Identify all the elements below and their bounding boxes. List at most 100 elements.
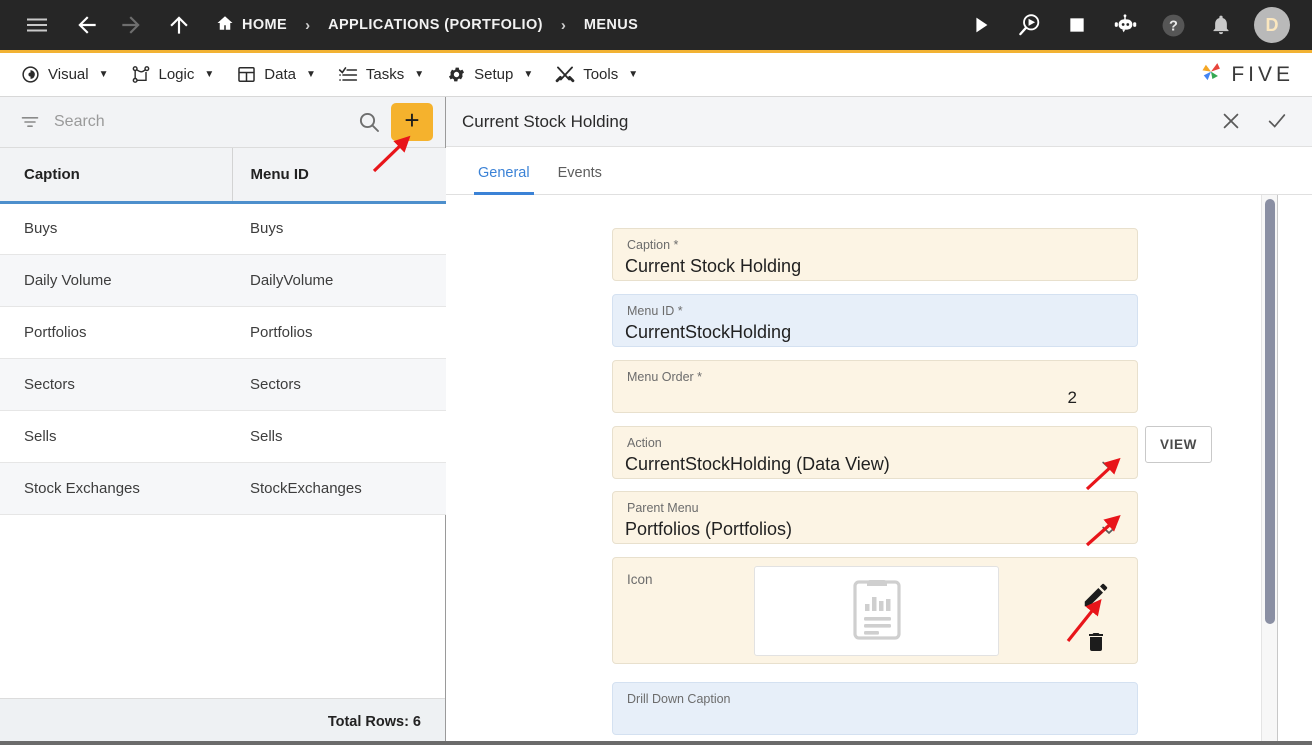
- brand-name: FIVE: [1231, 62, 1294, 86]
- cell-caption: Stock Exchanges: [0, 462, 232, 515]
- table-icon: [236, 65, 256, 85]
- cell-menu-id: Buys: [232, 202, 446, 255]
- add-menu-button[interactable]: +: [391, 103, 433, 141]
- avatar[interactable]: D: [1254, 7, 1290, 43]
- menu-order-field[interactable]: Menu Order * 2: [612, 360, 1138, 413]
- chevron-down-icon: ▼: [414, 69, 425, 80]
- menus-table-body: Buys Buys Daily Volume DailyVolume Portf…: [0, 202, 446, 515]
- menu-item-tools[interactable]: Tools ▼: [555, 65, 638, 85]
- menu-label-tools: Tools: [583, 66, 619, 83]
- total-rows-label: Total Rows: 6: [327, 714, 421, 730]
- hamburger-icon[interactable]: [22, 10, 52, 40]
- cell-caption: Daily Volume: [0, 254, 232, 307]
- tab-general[interactable]: General: [464, 165, 544, 195]
- breadcrumb-label-menus: MENUS: [583, 17, 639, 33]
- menu-item-setup[interactable]: Setup ▼: [446, 65, 533, 85]
- search-toolbar: +: [0, 97, 445, 148]
- tab-events[interactable]: Events: [544, 165, 616, 194]
- detail-tabs: General Events: [446, 147, 1312, 195]
- menu-order-field-value: 2: [1067, 388, 1077, 407]
- menu-label-data: Data: [264, 66, 296, 83]
- general-form: Caption * Current Stock Holding Menu ID …: [446, 195, 1278, 744]
- column-header-menu-id[interactable]: Menu ID: [231, 148, 446, 204]
- menu-item-visual[interactable]: Visual ▼: [20, 65, 109, 85]
- search-icon[interactable]: [357, 110, 381, 134]
- caption-field[interactable]: Caption * Current Stock Holding: [612, 228, 1138, 281]
- breadcrumb-item-menus[interactable]: MENUS: [584, 17, 638, 33]
- search-input[interactable]: [54, 113, 357, 131]
- detail-panel-header: Current Stock Holding: [446, 97, 1312, 147]
- pencil-icon[interactable]: [1081, 580, 1111, 615]
- report-clipboard-icon: [849, 576, 905, 647]
- trash-icon[interactable]: [1084, 630, 1108, 659]
- breadcrumb-label-home: HOME: [242, 17, 288, 33]
- chevron-down-icon[interactable]: [1099, 520, 1119, 540]
- table-row[interactable]: Sectors Sectors: [0, 358, 446, 411]
- table-row[interactable]: Stock Exchanges StockExchanges: [0, 462, 446, 515]
- detail-panel-actions: [1220, 110, 1312, 134]
- caption-field-value: Current Stock Holding: [625, 256, 802, 276]
- chevron-down-icon[interactable]: [1099, 455, 1119, 475]
- filter-icon[interactable]: [20, 112, 40, 132]
- cell-menu-id: Portfolios: [232, 306, 446, 359]
- parent-menu-field[interactable]: Parent Menu Portfolios (Portfolios): [612, 491, 1138, 544]
- chatbot-icon[interactable]: [1110, 10, 1140, 40]
- parent-menu-field-value: Portfolios (Portfolios): [625, 519, 793, 539]
- action-field[interactable]: Action CurrentStockHolding (Data View): [612, 426, 1138, 479]
- caption-field-label: Caption *: [627, 238, 679, 252]
- menu-detail-panel: Current Stock Holding General Events Cap…: [446, 97, 1312, 745]
- top-navigation-bar: HOME › APPLICATIONS (PORTFOLIO) › MENUS: [0, 0, 1312, 50]
- menu-id-field[interactable]: Menu ID * CurrentStockHolding: [612, 294, 1138, 347]
- parent-menu-field-label: Parent Menu: [627, 501, 699, 515]
- check-icon[interactable]: [1266, 110, 1290, 134]
- application-menu-bar: Visual ▼ Logic ▼ Data ▼ Tasks ▼ Setup ▼ …: [0, 50, 1312, 97]
- chevron-down-icon: ▼: [523, 69, 534, 80]
- column-header-caption[interactable]: Caption: [0, 148, 232, 204]
- cell-menu-id: DailyVolume: [232, 254, 446, 307]
- debug-icon[interactable]: [1014, 10, 1044, 40]
- help-icon[interactable]: ?: [1158, 10, 1188, 40]
- page-title: Current Stock Holding: [462, 111, 629, 131]
- topbar-actions: ? D: [966, 7, 1312, 43]
- breadcrumb: HOME › APPLICATIONS (PORTFOLIO) › MENUS: [216, 14, 638, 36]
- forward-arrow-icon[interactable]: [116, 10, 146, 40]
- table-row[interactable]: Buys Buys: [0, 202, 446, 255]
- scrollbar-thumb[interactable]: [1265, 199, 1275, 624]
- five-logo-icon: [1198, 59, 1224, 90]
- breadcrumb-separator: ›: [305, 16, 311, 34]
- cell-menu-id: Sectors: [232, 358, 446, 411]
- checklist-icon: [338, 65, 358, 85]
- table-row[interactable]: Daily Volume DailyVolume: [0, 254, 446, 307]
- svg-text:?: ?: [1169, 18, 1178, 34]
- back-arrow-icon[interactable]: [72, 10, 102, 40]
- window-bottom-edge: [0, 741, 1312, 745]
- drill-down-caption-field[interactable]: Drill Down Caption: [612, 682, 1138, 735]
- table-row[interactable]: Portfolios Portfolios: [0, 306, 446, 359]
- up-arrow-icon[interactable]: [164, 10, 194, 40]
- menu-label-visual: Visual: [48, 66, 89, 83]
- chevron-down-icon: ▼: [628, 69, 639, 80]
- icon-preview[interactable]: [754, 566, 999, 656]
- notifications-icon[interactable]: [1206, 10, 1236, 40]
- close-icon[interactable]: [1220, 110, 1244, 134]
- nodes-icon: [131, 65, 151, 85]
- stop-icon[interactable]: [1062, 10, 1092, 40]
- view-action-button[interactable]: VIEW: [1145, 426, 1212, 463]
- cell-caption: Portfolios: [0, 306, 232, 359]
- cell-caption: Sells: [0, 410, 232, 463]
- breadcrumb-item-home[interactable]: HOME: [216, 14, 287, 36]
- form-scrollbar[interactable]: [1261, 195, 1277, 744]
- cell-caption: Sectors: [0, 358, 232, 411]
- run-icon[interactable]: [966, 10, 996, 40]
- chevron-down-icon: ▼: [204, 69, 215, 80]
- menu-item-data[interactable]: Data ▼: [236, 65, 316, 85]
- drill-down-caption-field-label: Drill Down Caption: [627, 692, 731, 706]
- menu-item-logic[interactable]: Logic ▼: [131, 65, 215, 85]
- icon-field: Icon: [612, 557, 1138, 664]
- breadcrumb-item-applications[interactable]: APPLICATIONS (PORTFOLIO): [328, 17, 543, 33]
- gear-icon: [446, 65, 466, 85]
- icon-field-label: Icon: [627, 572, 653, 587]
- table-row[interactable]: Sells Sells: [0, 410, 446, 463]
- menu-item-tasks[interactable]: Tasks ▼: [338, 65, 424, 85]
- menu-label-tasks: Tasks: [365, 66, 405, 83]
